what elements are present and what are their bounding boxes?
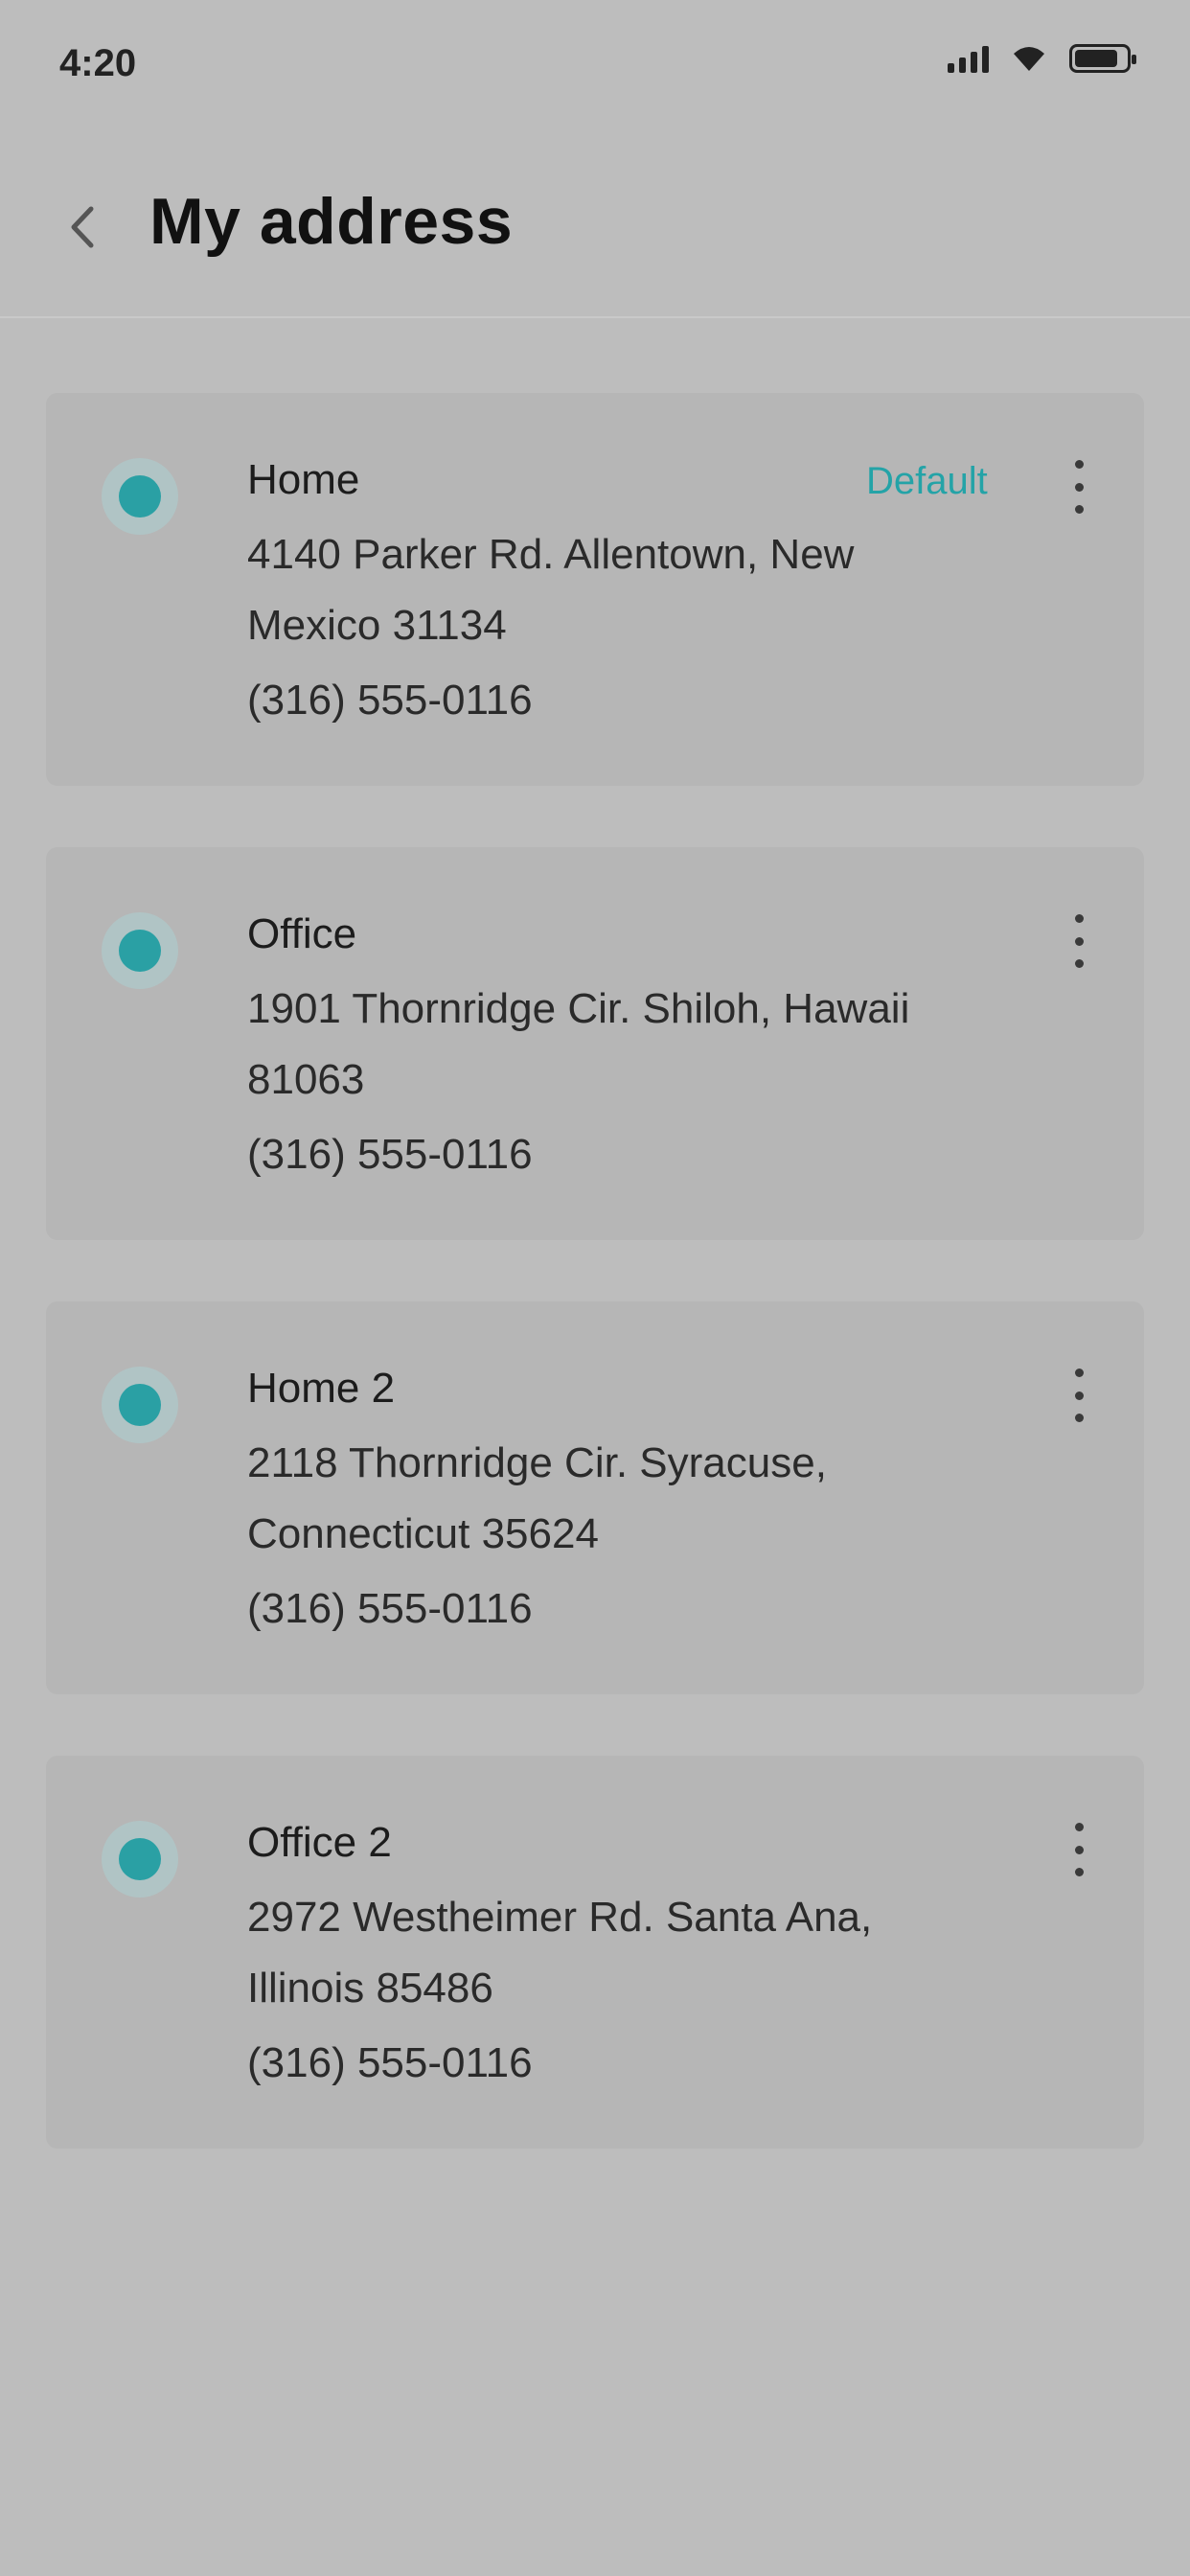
address-name: Home [247, 456, 360, 503]
more-vertical-icon [1074, 914, 1084, 923]
battery-icon [1069, 44, 1136, 73]
address-line: 2972 Westheimer Rd. Santa Ana, Illinois … [247, 1894, 873, 2012]
more-vertical-icon [1074, 1823, 1084, 1831]
status-icons [948, 44, 1136, 73]
location-pin-icon [102, 458, 178, 535]
more-vertical-icon [1074, 460, 1084, 469]
default-badge: Default [866, 460, 988, 502]
more-options-button[interactable] [1060, 1365, 1098, 1426]
address-card-office[interactable]: Office 1901 Thornridge Cir. Shiloh, Hawa… [46, 847, 1144, 1240]
more-vertical-icon [1074, 1368, 1084, 1377]
address-name: Office [247, 910, 357, 957]
more-options-button[interactable] [1060, 1819, 1098, 1880]
status-bar: 4:20 [0, 0, 1190, 134]
address-line: 4140 Parker Rd. Allentown, New Mexico 31… [247, 531, 855, 649]
location-pin-icon [102, 912, 178, 989]
signal-icon [948, 44, 989, 73]
address-phone: (316) 555-0116 [247, 2039, 533, 2086]
more-options-button[interactable] [1060, 910, 1098, 972]
wifi-icon [1014, 47, 1044, 71]
header: My address [0, 144, 1190, 318]
address-phone: (316) 555-0116 [247, 677, 533, 724]
address-phone: (316) 555-0116 [247, 1131, 533, 1178]
address-card-home-2[interactable]: Home 2 2118 Thornridge Cir. Syracuse, Co… [46, 1301, 1144, 1694]
location-pin-icon [102, 1821, 178, 1898]
address-card-home[interactable]: Home Default 4140 Parker Rd. Allentown, … [46, 393, 1144, 786]
address-name: Home 2 [247, 1365, 396, 1412]
address-list: Home Default 4140 Parker Rd. Allentown, … [46, 393, 1144, 2210]
back-button[interactable] [54, 194, 111, 261]
status-time: 4:20 [59, 42, 137, 84]
address-card-office-2[interactable]: Office 2 2972 Westheimer Rd. Santa Ana, … [46, 1756, 1144, 2149]
page-title: My address [149, 185, 514, 258]
chevron-left-icon [71, 206, 94, 248]
more-options-button[interactable] [1060, 456, 1098, 518]
address-phone: (316) 555-0116 [247, 1585, 533, 1632]
address-name: Office 2 [247, 1819, 392, 1866]
location-pin-icon [102, 1367, 178, 1443]
address-line: 2118 Thornridge Cir. Syracuse, Connectic… [247, 1439, 827, 1557]
address-line: 1901 Thornridge Cir. Shiloh, Hawaii 8106… [247, 985, 910, 1103]
